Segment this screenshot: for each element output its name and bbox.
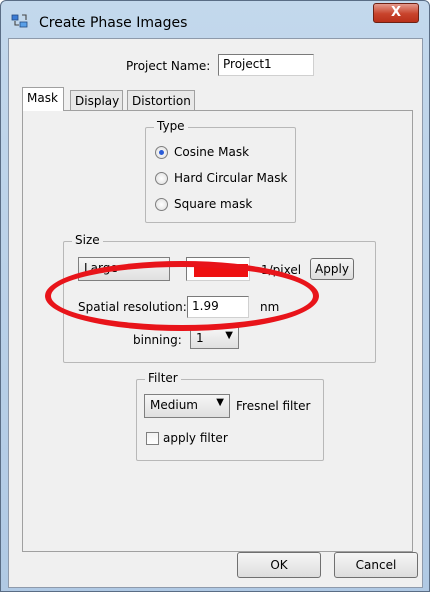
apply-filter-checkbox[interactable]: [146, 432, 159, 445]
tab-panel-mask: Type Cosine Mask Hard Circular Mask Squa…: [22, 110, 413, 552]
binning-value: 1: [196, 331, 204, 345]
cosine-mask-label[interactable]: Cosine Mask: [174, 145, 249, 159]
close-button[interactable]: X: [373, 3, 419, 23]
project-name-input[interactable]: Project1: [218, 54, 314, 76]
tab-distortion[interactable]: Distortion: [127, 90, 195, 110]
chevron-down-icon: ▼: [216, 397, 224, 408]
filter-type-label: Fresnel filter: [236, 399, 311, 413]
filter-strength-value: Medium: [150, 398, 198, 412]
cosine-mask-radio[interactable]: [155, 146, 168, 159]
hard-circular-mask-label[interactable]: Hard Circular Mask: [174, 171, 287, 185]
square-mask-label[interactable]: Square mask: [174, 197, 252, 211]
apply-filter-label[interactable]: apply filter: [163, 431, 228, 445]
binning-label: binning:: [133, 333, 182, 347]
tab-mask[interactable]: Mask: [22, 87, 64, 111]
filter-strength-select[interactable]: Medium ▼: [144, 394, 230, 418]
window-title: Create Phase Images: [39, 15, 188, 31]
size-group-title: Size: [72, 233, 103, 247]
square-mask-radio[interactable]: [155, 198, 168, 211]
cancel-button[interactable]: Cancel: [334, 552, 418, 578]
app-icon: [11, 13, 29, 29]
type-group-title: Type: [154, 119, 188, 133]
ok-button[interactable]: OK: [237, 552, 321, 578]
title-bar[interactable]: Create Phase Images X: [1, 1, 429, 35]
filter-group-title: Filter: [145, 371, 181, 385]
annotation-ellipse: [45, 261, 319, 331]
dialog-window: Create Phase Images X Project Name: Proj…: [0, 0, 430, 592]
chevron-down-icon: ▼: [225, 330, 233, 341]
hard-circular-mask-radio[interactable]: [155, 172, 168, 185]
apply-button[interactable]: Apply: [310, 258, 354, 280]
type-group: Type Cosine Mask Hard Circular Mask Squa…: [145, 119, 296, 223]
project-name-label: Project Name:: [126, 59, 211, 73]
filter-group: Filter Medium ▼ Fresnel filter apply fil…: [136, 371, 324, 461]
tab-display[interactable]: Display: [70, 90, 123, 110]
